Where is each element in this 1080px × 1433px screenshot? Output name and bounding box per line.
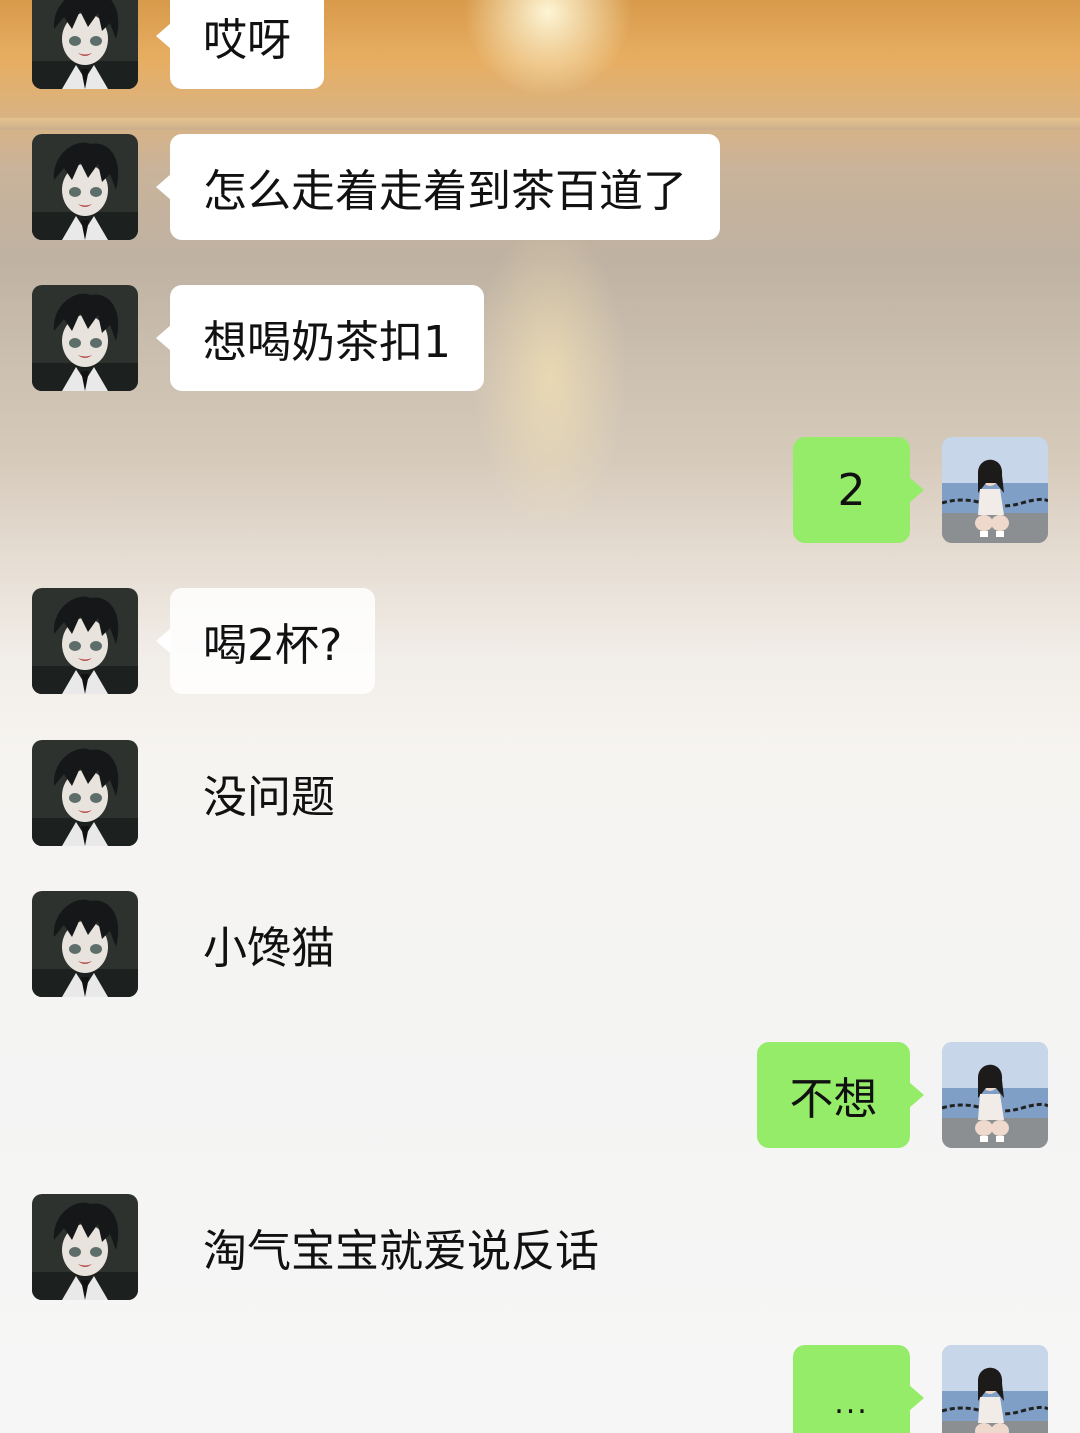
message-bubble-incoming[interactable]: 喝2杯?	[155, 588, 376, 694]
message-text: 想喝奶茶扣1	[203, 317, 451, 368]
message-text: 哎呀	[203, 15, 291, 66]
message-bubble-incoming[interactable]: 小馋猫	[170, 891, 368, 997]
message-text: 不想	[789, 1074, 878, 1125]
background-horizon	[0, 118, 1080, 130]
message-bubble-outgoing[interactable]: 2	[793, 437, 924, 543]
contact-avatar[interactable]	[32, 0, 138, 89]
message-bubble-incoming[interactable]: 哎呀	[156, 0, 324, 89]
self-avatar[interactable]	[942, 437, 1048, 543]
message-bubble-outgoing[interactable]: 不想	[757, 1042, 924, 1148]
message-bubble-outgoing[interactable]: ...	[793, 1345, 924, 1433]
contact-avatar[interactable]	[32, 740, 138, 846]
message-text: 2	[837, 464, 866, 516]
contact-avatar[interactable]	[32, 588, 138, 694]
message-text: 小馋猫	[203, 923, 335, 974]
contact-avatar[interactable]	[32, 891, 138, 997]
self-avatar[interactable]	[942, 1345, 1048, 1433]
message-text: 没问题	[203, 772, 335, 823]
contact-avatar[interactable]	[32, 285, 138, 391]
message-bubble-incoming[interactable]: 没问题	[170, 740, 368, 846]
contact-avatar[interactable]	[32, 1194, 138, 1300]
contact-avatar[interactable]	[32, 134, 138, 240]
message-text: 怎么走着走着到茶百道了	[203, 166, 687, 217]
message-bubble-incoming[interactable]: 淘气宝宝就爱说反话	[170, 1194, 632, 1300]
message-text: 淘气宝宝就爱说反话	[203, 1226, 599, 1277]
self-avatar[interactable]	[942, 1042, 1048, 1148]
message-bubble-incoming[interactable]: 想喝奶茶扣1	[156, 285, 484, 391]
message-text: 喝2杯?	[203, 620, 343, 671]
message-text: ...	[834, 1386, 869, 1421]
message-bubble-incoming[interactable]: 怎么走着走着到茶百道了	[156, 134, 720, 240]
